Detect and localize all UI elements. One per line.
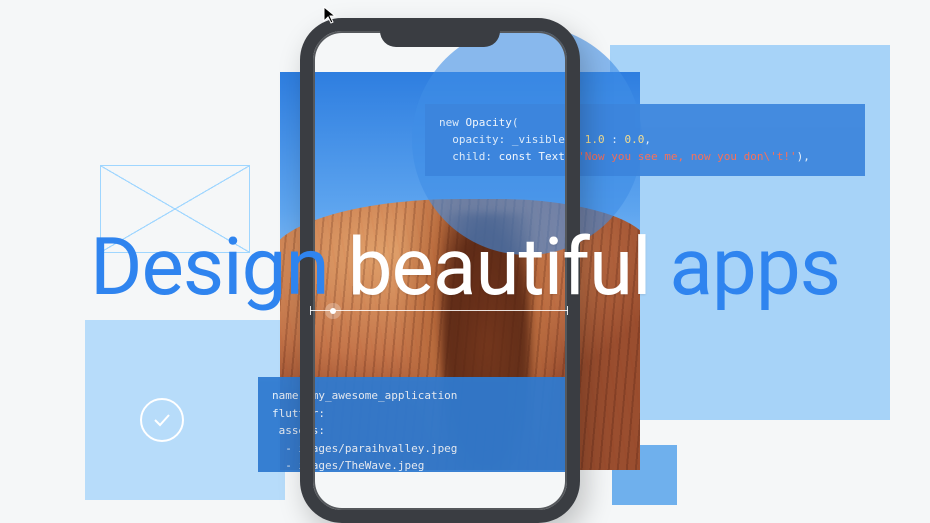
check-circle-icon [140, 398, 184, 442]
code-text: name: my_awesome_application flutter: as… [272, 389, 457, 472]
bg-rect-lower-left [85, 320, 285, 500]
headline-word-2: beautiful [348, 220, 651, 314]
headline-word-1: Design [90, 220, 329, 314]
code-text: new Opacity( opacity: _visible ? 1.0 : 0… [439, 116, 810, 163]
headline-word-3: apps [669, 220, 840, 314]
code-snippet-yaml: name: my_awesome_application flutter: as… [258, 377, 568, 472]
cursor-icon [323, 6, 337, 24]
headline: Design beautiful apps [0, 220, 930, 314]
code-snippet-opacity: new Opacity( opacity: _visible ? 1.0 : 0… [425, 104, 865, 176]
